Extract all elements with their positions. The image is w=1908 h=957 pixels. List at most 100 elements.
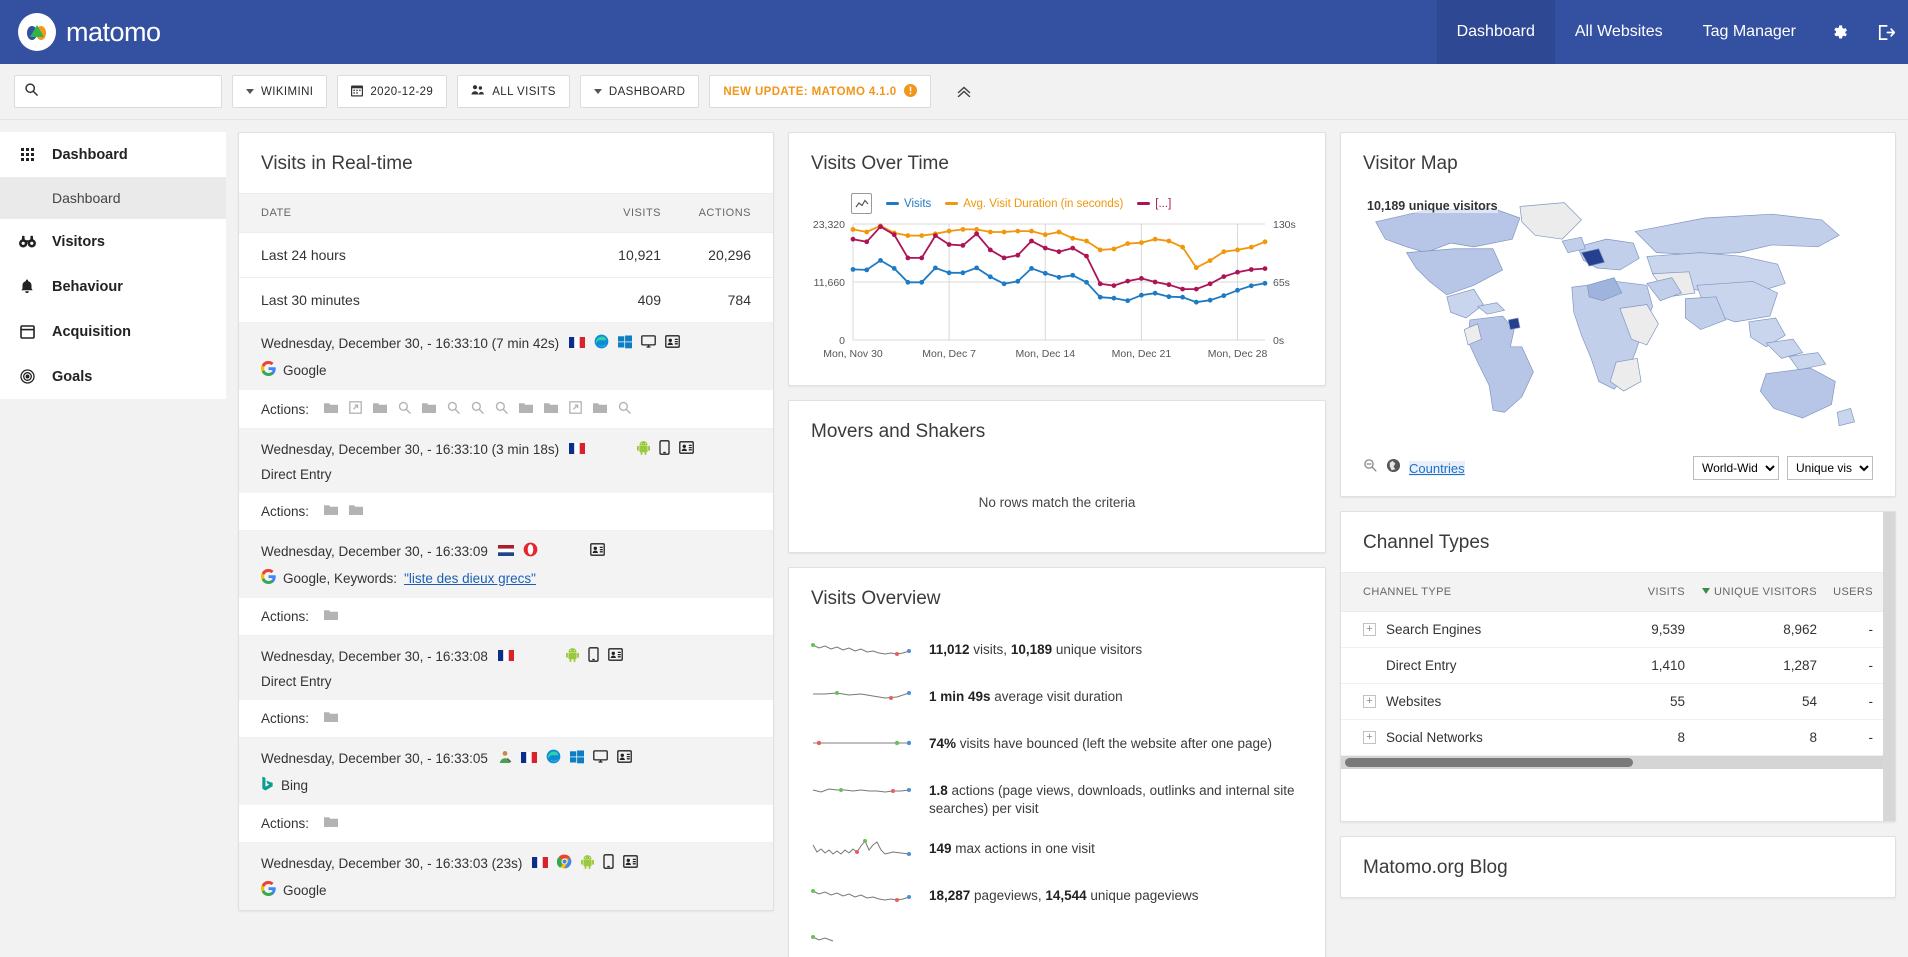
overview-metric-row[interactable]: 18,287 pageviews, 14,544 unique pageview…	[789, 874, 1325, 921]
folder-icon[interactable]	[593, 402, 607, 417]
sparkline-pageviews[interactable]	[811, 883, 911, 912]
svg-text:Mon, Dec 14: Mon, Dec 14	[1016, 348, 1076, 360]
visitor-log-entry[interactable]: Wednesday, December 30, - 16:33:08	[239, 636, 773, 700]
folder-icon[interactable]	[544, 402, 558, 417]
expand-row-icon[interactable]: +	[1363, 731, 1376, 744]
column-header-visits[interactable]: VISITS	[1611, 586, 1685, 598]
legend-label-avg-duration: Avg. Visit Duration (in seconds)	[963, 198, 1123, 210]
sidebar-subitem-dashboard[interactable]: Dashboard	[0, 177, 226, 219]
map-metric-select[interactable]: Unique visitors	[1787, 456, 1873, 480]
site-selector-button[interactable]: WIKIMINI	[232, 75, 327, 108]
visitor-profile-icon[interactable]	[617, 750, 632, 766]
matomo-logo[interactable]: matomo	[0, 13, 161, 51]
legend-item-other[interactable]: [...]	[1137, 198, 1171, 210]
collapse-toolbar-button[interactable]	[949, 77, 979, 107]
sparkline-partial[interactable]	[811, 930, 911, 950]
sparkline-avg-duration[interactable]	[811, 684, 911, 713]
column-header-unique-visitors[interactable]: UNIQUE VISITORS	[1685, 586, 1817, 598]
scrollbar-thumb[interactable]	[1345, 758, 1633, 767]
search-input[interactable]	[45, 83, 225, 100]
overview-metric-row[interactable]: 149 max actions in one visit	[789, 827, 1325, 874]
visitor-log-entry[interactable]: Wednesday, December 30, - 16:33:09	[239, 531, 773, 598]
sparkline-actions-per-visit[interactable]	[811, 778, 911, 807]
overview-metric-row[interactable]: 1.8 actions (page views, downloads, outl…	[789, 769, 1325, 827]
zoom-out-icon[interactable]	[1363, 458, 1378, 478]
sidebar-item-visitors[interactable]: Visitors	[0, 219, 226, 264]
sidebar-item-goals[interactable]: Goals	[0, 354, 226, 399]
folder-icon[interactable]	[324, 711, 338, 726]
countries-link[interactable]: Countries	[1409, 461, 1465, 476]
sparkline-bounce-rate[interactable]	[811, 731, 911, 760]
visitor-log-entry[interactable]: Wednesday, December 30, - 16:33:05	[239, 738, 773, 805]
visit-icon-group	[498, 749, 632, 767]
update-notice-button[interactable]: NEW UPDATE: MATOMO 4.1.0	[709, 75, 930, 108]
dashboard-selector-button[interactable]: DASHBOARD	[580, 75, 699, 108]
search-icon[interactable]	[618, 401, 631, 417]
overview-metric-row[interactable]: 11,012 visits, 10,189 unique visitors	[789, 628, 1325, 675]
overview-value: 74%	[929, 736, 956, 751]
map-svg[interactable]	[1355, 193, 1881, 443]
search-box[interactable]	[14, 75, 222, 108]
visitor-profile-icon[interactable]	[665, 335, 680, 351]
outlink-icon[interactable]	[349, 401, 362, 417]
table-row[interactable]: Last 24 hours 10,921 20,296	[239, 233, 773, 278]
table-row[interactable]: +Search Engines 9,539 8,962 -	[1341, 612, 1895, 648]
folder-icon[interactable]	[324, 402, 338, 417]
expand-row-icon[interactable]: +	[1363, 623, 1376, 636]
folder-icon[interactable]	[324, 609, 338, 624]
search-icon[interactable]	[471, 401, 484, 417]
folder-icon[interactable]	[324, 816, 338, 831]
search-icon[interactable]	[398, 401, 411, 417]
dashboard-column-1: Visits in Real-time DATE VISITS ACTIONS …	[238, 132, 774, 957]
sparkline-visits[interactable]	[811, 637, 911, 666]
map-region-select[interactable]: World-Wide	[1693, 456, 1779, 480]
overview-metric-row[interactable]: 74% visits have bounced (left the websit…	[789, 722, 1325, 769]
visit-timestamp: Wednesday, December 30, - 16:33:03 (23s)	[261, 856, 522, 871]
sidebar-item-behaviour[interactable]: Behaviour	[0, 264, 226, 309]
nav-all-websites[interactable]: All Websites	[1555, 0, 1683, 64]
folder-icon[interactable]	[519, 402, 533, 417]
overview-metric-text: 1.8 actions (page views, downloads, outl…	[929, 778, 1303, 818]
folder-icon[interactable]	[349, 504, 363, 519]
table-row[interactable]: Direct Entry 1,410 1,287 -	[1341, 648, 1895, 684]
outlink-icon[interactable]	[569, 401, 582, 417]
nav-tag-manager[interactable]: Tag Manager	[1683, 0, 1816, 64]
nav-dashboard[interactable]: Dashboard	[1437, 0, 1555, 64]
sidebar-item-dashboard[interactable]: Dashboard	[0, 132, 226, 177]
folder-icon[interactable]	[324, 504, 338, 519]
legend-item-visits[interactable]: Visits	[886, 198, 931, 210]
legend-item-avg-duration[interactable]: Avg. Visit Duration (in seconds)	[945, 198, 1123, 210]
table-row[interactable]: +Websites 55 54 -	[1341, 684, 1895, 720]
date-selector-button[interactable]: 2020-12-29	[337, 75, 447, 108]
segment-selector-button[interactable]: ALL VISITS	[457, 75, 570, 108]
visitor-log-entry[interactable]: Wednesday, December 30, - 16:33:10 (3 mi…	[239, 429, 773, 493]
sign-out-icon[interactable]	[1862, 0, 1908, 64]
world-map[interactable]: 10,189 unique visitors	[1341, 193, 1895, 448]
sparkline-max-actions[interactable]	[811, 836, 911, 865]
horizontal-scrollbar[interactable]	[1341, 756, 1895, 769]
visit-keyword-link[interactable]: "liste des dieux grecs"	[404, 571, 536, 586]
column-header-channel-type[interactable]: CHANNEL TYPE	[1363, 586, 1611, 598]
visitor-profile-icon[interactable]	[679, 441, 694, 457]
column-header-users[interactable]: USERS	[1817, 586, 1873, 598]
visitor-log-entry[interactable]: Wednesday, December 30, - 16:33:03 (23s)	[239, 843, 773, 910]
gear-icon[interactable]	[1816, 0, 1862, 64]
vertical-scrollbar[interactable]	[1883, 512, 1895, 821]
visitor-profile-icon[interactable]	[623, 855, 638, 871]
folder-icon[interactable]	[422, 402, 436, 417]
overview-metric-row-partial[interactable]	[789, 921, 1325, 957]
table-row[interactable]: +Social Networks 8 8 -	[1341, 720, 1895, 756]
row-actions: 784	[661, 292, 751, 308]
table-row[interactable]: Last 30 minutes 409 784	[239, 278, 773, 323]
visitor-profile-icon[interactable]	[608, 648, 623, 664]
chart-type-toggle-icon[interactable]	[851, 193, 872, 214]
expand-row-icon[interactable]: +	[1363, 695, 1376, 708]
visitor-log-entry[interactable]: Wednesday, December 30, - 16:33:10 (7 mi…	[239, 323, 773, 390]
search-icon[interactable]	[495, 401, 508, 417]
globe-icon[interactable]	[1386, 458, 1401, 478]
folder-icon[interactable]	[373, 402, 387, 417]
overview-metric-row[interactable]: 1 min 49s average visit duration	[789, 675, 1325, 722]
search-icon[interactable]	[447, 401, 460, 417]
sidebar-item-acquisition[interactable]: Acquisition	[0, 309, 226, 354]
visitor-profile-icon[interactable]	[590, 543, 605, 559]
